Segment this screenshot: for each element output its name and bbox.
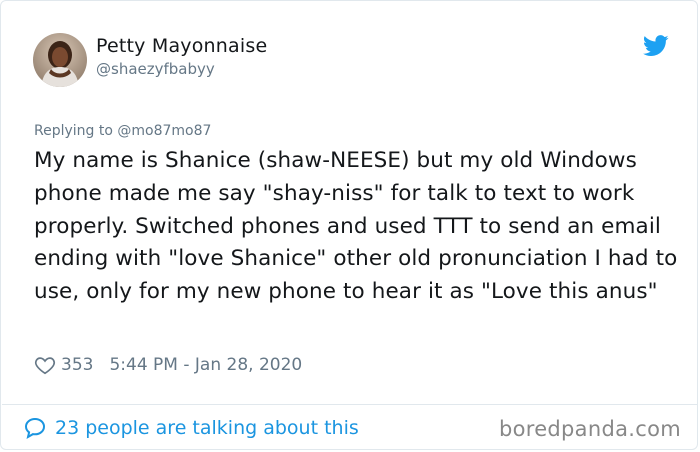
boredpanda-watermark: boredpanda.com: [498, 417, 681, 441]
user-handle[interactable]: @shaezyfbabyy: [96, 60, 215, 78]
speech-bubble-icon: [24, 417, 46, 440]
talking-about-link[interactable]: 23 people are talking about this: [23, 415, 359, 441]
avatar[interactable]: [33, 33, 87, 87]
divider: [2, 404, 698, 405]
like-count[interactable]: 353: [61, 355, 93, 375]
tweet-text: My name is Shanice (shaw-NEESE) but my o…: [34, 148, 678, 305]
tweet-timestamp[interactable]: 5:44 PM - Jan 28, 2020: [109, 355, 302, 375]
talking-about-label[interactable]: 23 people are talking about this: [55, 417, 359, 439]
heart-outline-icon[interactable]: [34, 354, 56, 376]
twitter-bird-icon[interactable]: [643, 35, 669, 57]
tweet-meta: 353 5:44 PM - Jan 28, 2020: [34, 353, 302, 377]
tweet-card: Petty Mayonnaise @shaezyfbabyy Replying …: [0, 0, 698, 450]
replying-to[interactable]: Replying to @mo87mo87: [34, 123, 211, 139]
user-display-name[interactable]: Petty Mayonnaise: [96, 35, 267, 57]
